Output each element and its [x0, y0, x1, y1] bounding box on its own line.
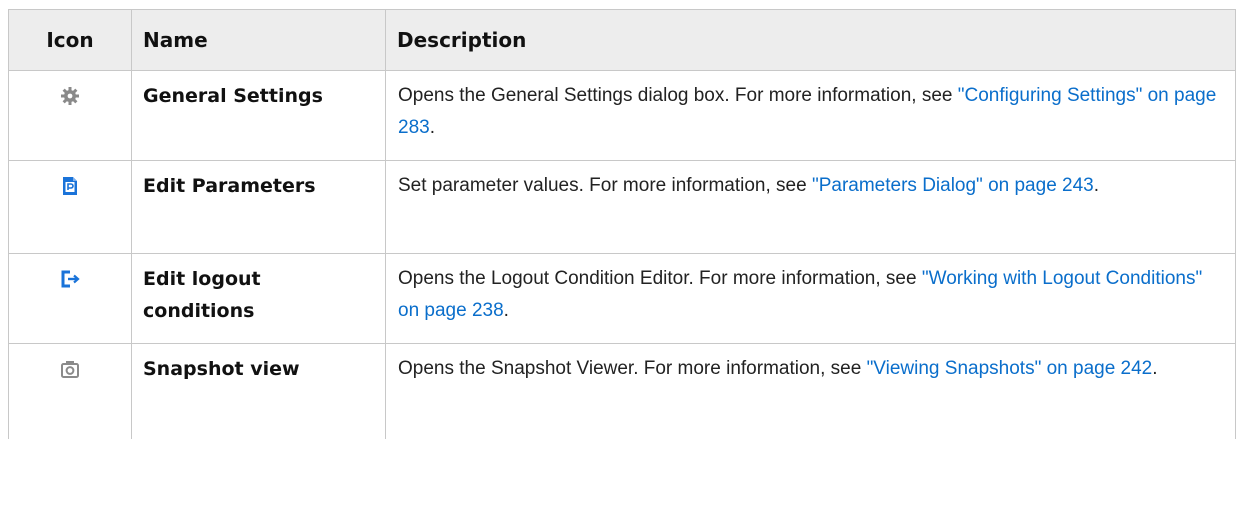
row-name: Edit Parameters: [131, 160, 386, 254]
description-text: Opens the Snapshot Viewer. For more info…: [398, 358, 867, 379]
viewing-snapshots-link[interactable]: "Viewing Snapshots" on page 242: [867, 358, 1153, 379]
column-header-name: Name: [131, 9, 386, 71]
row-description: Opens the Snapshot Viewer. For more info…: [385, 343, 1236, 439]
description-trail: .: [429, 117, 435, 138]
camera-icon: [59, 358, 81, 380]
logout-icon: [59, 268, 81, 290]
description-trail: .: [1093, 175, 1100, 196]
row-name: General Settings: [131, 70, 386, 161]
description-text: Set parameter values. For more informati…: [398, 175, 812, 196]
row-description: Set parameter values. For more informati…: [385, 160, 1236, 254]
table-row: Snapshot view Opens the Snapshot Viewer.…: [8, 343, 1236, 439]
row-name: Snapshot view: [131, 343, 386, 439]
edit-parameters-icon: [59, 175, 81, 197]
toolbar-reference-table: Icon Name Description General Settings O…: [8, 9, 1236, 439]
description-text: Opens the General Settings dialog box. F…: [398, 85, 958, 106]
description-trail: .: [1152, 358, 1158, 379]
description-trail: .: [503, 300, 509, 321]
parameters-dialog-link[interactable]: "Parameters Dialog" on page 243: [812, 175, 1094, 196]
description-text: Opens the Logout Condition Editor. For m…: [398, 268, 922, 289]
table-row: Edit Parameters Set parameter values. Fo…: [8, 160, 1236, 254]
table-row: General Settings Opens the General Setti…: [8, 70, 1236, 161]
table-row: Edit logout conditions Opens the Logout …: [8, 253, 1236, 344]
row-description: Opens the General Settings dialog box. F…: [385, 70, 1236, 161]
row-description: Opens the Logout Condition Editor. For m…: [385, 253, 1236, 344]
column-header-icon: Icon: [8, 9, 132, 71]
row-name: Edit logout conditions: [131, 253, 386, 344]
column-header-description: Description: [385, 9, 1236, 71]
table-header-row: Icon Name Description: [8, 9, 1236, 71]
gear-icon: [59, 85, 81, 107]
